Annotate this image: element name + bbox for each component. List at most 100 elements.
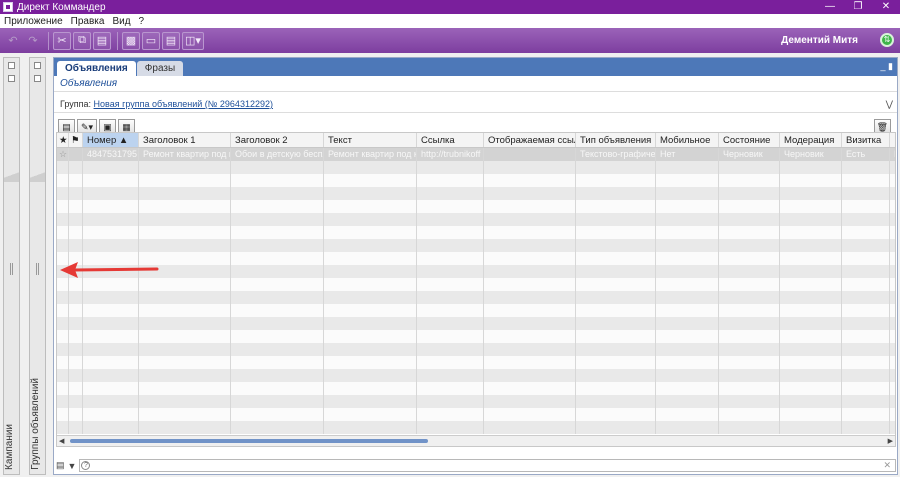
table-row[interactable] bbox=[57, 252, 895, 265]
table-cell bbox=[576, 278, 656, 291]
clear-icon[interactable]: ✕ bbox=[883, 460, 891, 471]
horizontal-scrollbar[interactable]: ◀ ▶ bbox=[57, 435, 895, 446]
collapse-icon[interactable] bbox=[34, 75, 41, 82]
table-cell bbox=[719, 174, 780, 187]
table-row[interactable] bbox=[57, 330, 895, 343]
redo-icon[interactable]: ↷ bbox=[24, 32, 42, 50]
filter-input[interactable]: ? ✕ bbox=[79, 459, 896, 472]
undo-icon[interactable]: ↶ bbox=[4, 32, 22, 50]
table-cell bbox=[231, 356, 324, 369]
table-cell bbox=[780, 174, 842, 187]
table-row[interactable] bbox=[57, 174, 895, 187]
column-header[interactable]: Ссылка bbox=[417, 133, 484, 147]
star-column-icon[interactable]: ★ bbox=[57, 133, 69, 147]
resize-grip[interactable] bbox=[36, 263, 39, 275]
red-arrow-annotation bbox=[60, 262, 159, 278]
help-icon[interactable]: ? bbox=[81, 461, 91, 470]
table-row[interactable] bbox=[57, 317, 895, 330]
table-cell bbox=[83, 317, 139, 330]
scroll-right-icon[interactable]: ▶ bbox=[888, 436, 893, 446]
menu-edit[interactable]: Правка bbox=[67, 16, 109, 27]
filter-icon[interactable]: ▼ bbox=[68, 461, 77, 471]
copy-icon[interactable]: ⧉ bbox=[73, 31, 91, 50]
cut-icon[interactable]: ✂ bbox=[53, 31, 71, 50]
column-header[interactable]: Номер ▲ bbox=[83, 133, 139, 147]
tab-phrases[interactable]: Фразы bbox=[136, 61, 184, 76]
column-header[interactable]: Текст bbox=[324, 133, 417, 147]
table-row[interactable] bbox=[57, 421, 895, 434]
ad-groups-panel[interactable]: Группы объявлений bbox=[29, 57, 46, 475]
panel-controls-icon[interactable]: _ ▮ bbox=[881, 61, 893, 72]
table-cell bbox=[656, 291, 719, 304]
group-link[interactable]: Новая группа объявлений (№ 2964312292) bbox=[94, 99, 273, 109]
layout-menu-icon[interactable]: ◫▾ bbox=[182, 31, 204, 50]
table-row[interactable] bbox=[57, 187, 895, 200]
table-cell bbox=[324, 278, 417, 291]
table-row[interactable] bbox=[57, 213, 895, 226]
table-row[interactable] bbox=[57, 408, 895, 421]
column-header[interactable]: Заголовок 1 bbox=[139, 133, 231, 147]
flag-column-icon[interactable]: ⚑ bbox=[69, 133, 83, 147]
column-header[interactable]: Отображаемая ссыл... bbox=[484, 133, 576, 147]
table-view-icon[interactable]: ▤ bbox=[162, 31, 180, 50]
statistics-icon[interactable]: ▩ bbox=[122, 31, 140, 50]
table-cell bbox=[484, 369, 576, 382]
table-cell bbox=[842, 304, 890, 317]
table-row[interactable] bbox=[57, 239, 895, 252]
table-cell bbox=[656, 369, 719, 382]
column-header[interactable] bbox=[890, 133, 895, 147]
column-header[interactable]: Мобильное bbox=[656, 133, 719, 147]
table-row[interactable] bbox=[57, 278, 895, 291]
table-row[interactable] bbox=[57, 161, 895, 174]
table-cell bbox=[324, 356, 417, 369]
table-cell bbox=[324, 421, 417, 434]
table-row[interactable] bbox=[57, 265, 895, 278]
scroll-left-icon[interactable]: ◀ bbox=[59, 436, 64, 446]
collapse-chevron-icon[interactable]: ⋁ bbox=[886, 96, 893, 113]
scroll-thumb[interactable] bbox=[70, 439, 428, 443]
sync-status-icon[interactable]: ⇅ bbox=[880, 33, 894, 47]
paste-icon[interactable]: ▤ bbox=[93, 31, 111, 50]
table-row[interactable] bbox=[57, 395, 895, 408]
campaigns-label[interactable]: Кампании bbox=[4, 424, 19, 470]
pin-icon[interactable] bbox=[8, 62, 15, 69]
column-header[interactable]: Состояние bbox=[719, 133, 780, 147]
table-cell bbox=[83, 356, 139, 369]
menu-help[interactable]: ? bbox=[135, 16, 149, 27]
minimize-icon[interactable]: — bbox=[816, 0, 844, 14]
table-row[interactable] bbox=[57, 382, 895, 395]
columns-icon[interactable]: ▤ bbox=[56, 460, 65, 471]
table-cell bbox=[69, 291, 83, 304]
pin-icon[interactable] bbox=[34, 62, 41, 69]
tab-ads[interactable]: Объявления bbox=[57, 61, 136, 76]
menu-app[interactable]: Приложение bbox=[0, 16, 67, 27]
resize-grip[interactable] bbox=[10, 263, 13, 275]
column-header[interactable]: Модерация bbox=[780, 133, 842, 147]
campaigns-panel[interactable]: Кампании bbox=[3, 57, 20, 475]
table-row[interactable] bbox=[57, 226, 895, 239]
ad-groups-label[interactable]: Группы объявлений bbox=[30, 378, 45, 470]
table-row[interactable] bbox=[57, 356, 895, 369]
user-name[interactable]: Дементий Митя bbox=[781, 35, 858, 46]
table-cell bbox=[417, 161, 484, 174]
table-row[interactable] bbox=[57, 343, 895, 356]
column-header[interactable]: Тип объявления bbox=[576, 133, 656, 147]
table-cell bbox=[417, 369, 484, 382]
collapse-icon[interactable] bbox=[8, 75, 15, 82]
maximize-icon[interactable]: ❐ bbox=[844, 0, 872, 14]
table-row[interactable]: ☆ 4847531795 Ремонт квартир под кл Обои в д… bbox=[57, 148, 895, 161]
close-icon[interactable]: ✕ bbox=[872, 0, 900, 14]
table-row[interactable] bbox=[57, 291, 895, 304]
panel-subtitle: Объявления bbox=[54, 76, 897, 92]
table-row[interactable] bbox=[57, 200, 895, 213]
table-row[interactable] bbox=[57, 369, 895, 382]
table-row[interactable] bbox=[57, 304, 895, 317]
table-cell bbox=[231, 278, 324, 291]
table-cell bbox=[231, 265, 324, 278]
column-header[interactable]: Заголовок 2 bbox=[231, 133, 324, 147]
input-field-icon[interactable]: ▭ bbox=[142, 31, 160, 50]
table-cell bbox=[576, 382, 656, 395]
table-cell bbox=[83, 174, 139, 187]
column-header[interactable]: Визитка bbox=[842, 133, 890, 147]
menu-view[interactable]: Вид bbox=[108, 16, 134, 27]
